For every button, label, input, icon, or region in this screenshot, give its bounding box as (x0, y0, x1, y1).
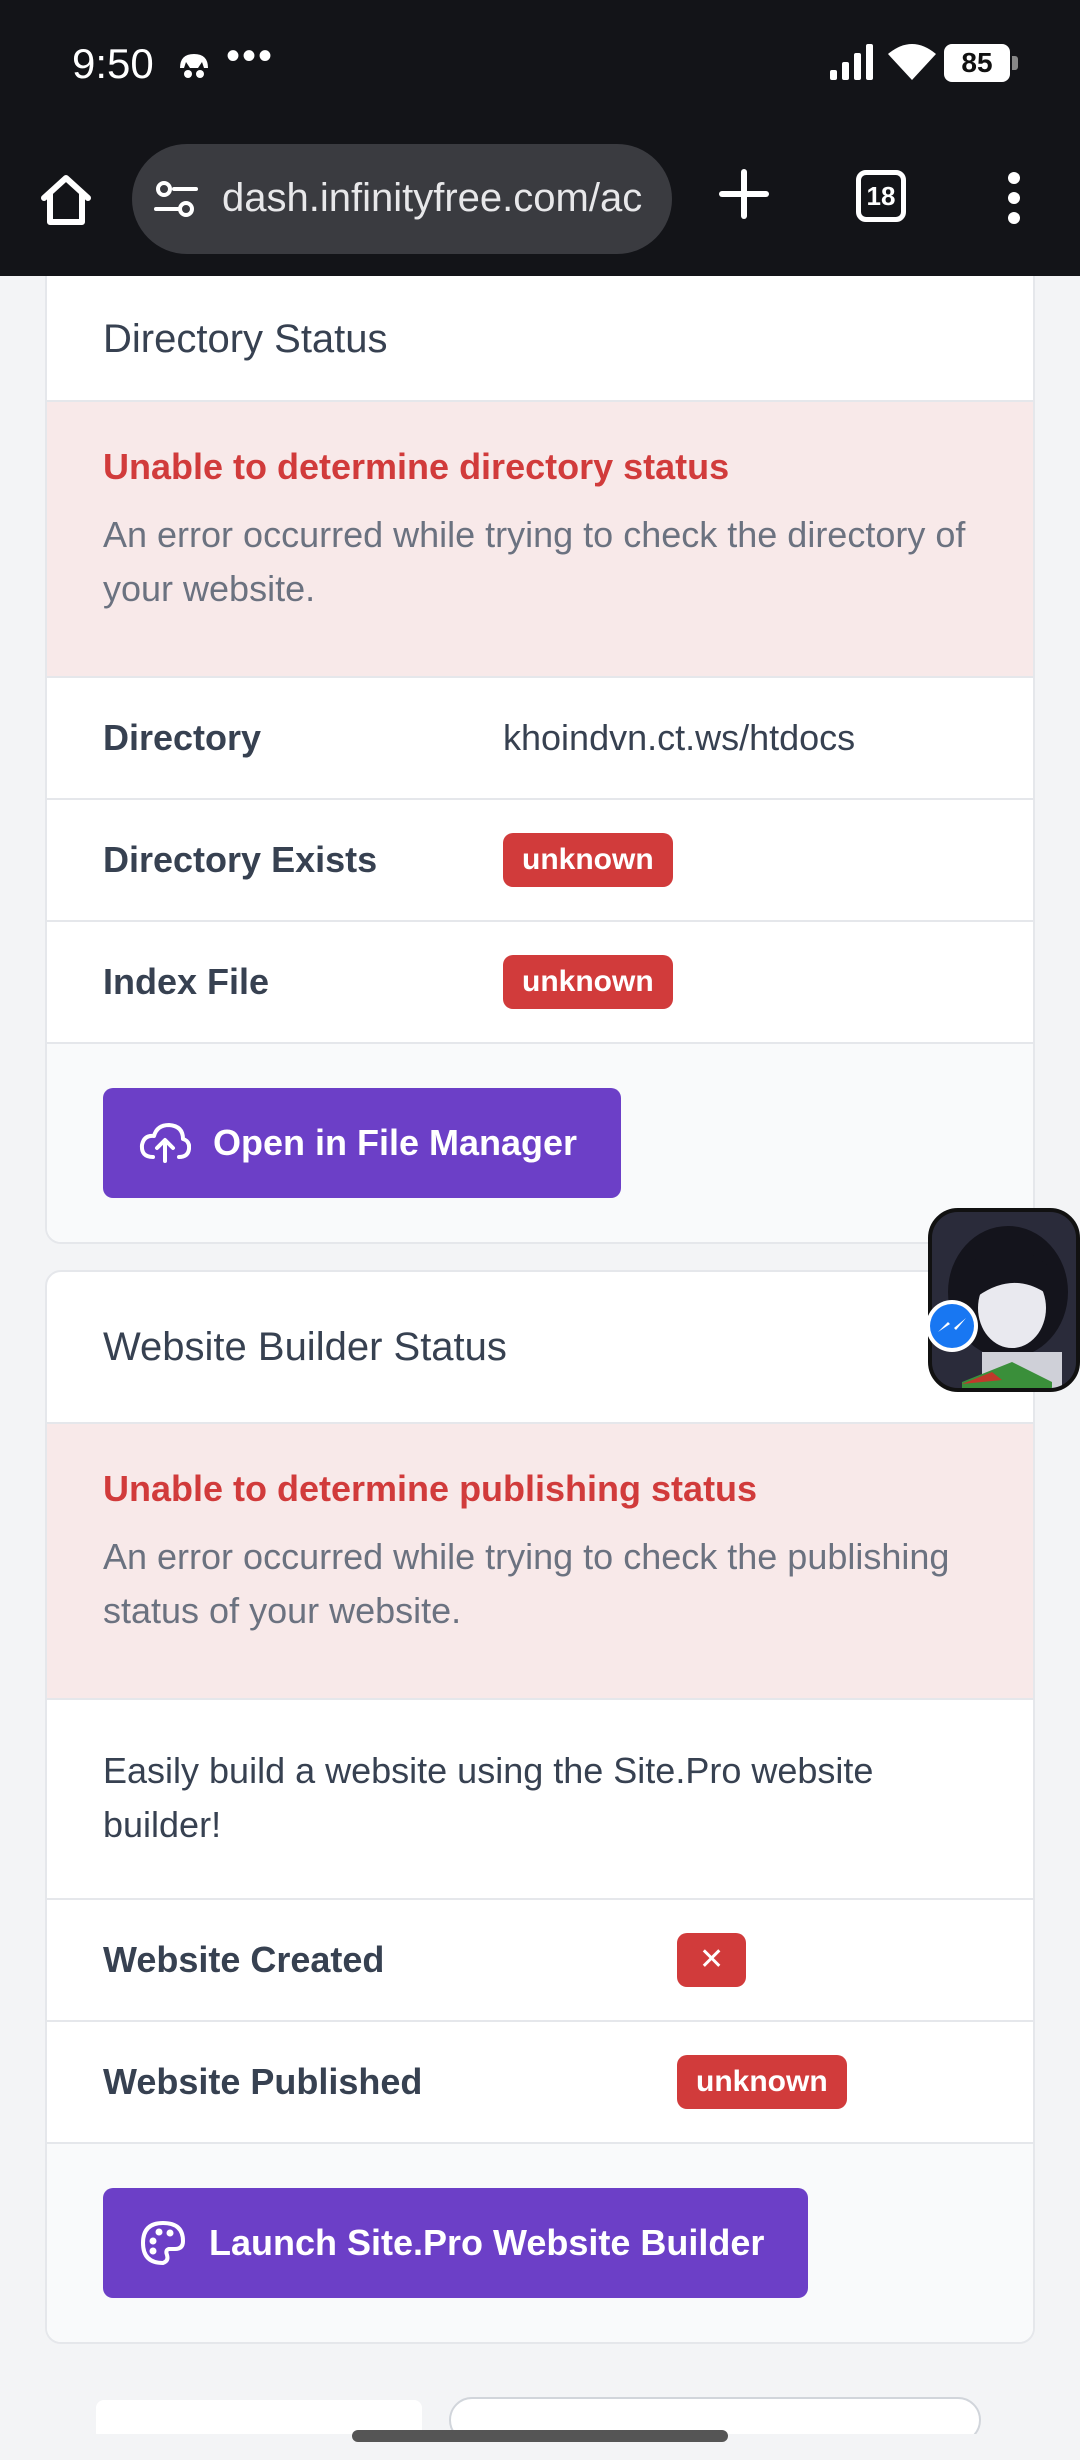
alert-message: An error occurred while trying to check … (103, 514, 966, 609)
signal-icon (830, 44, 873, 80)
menu-icon[interactable] (1000, 170, 1028, 226)
notification-icon (180, 54, 208, 78)
status-badge: unknown (503, 955, 673, 1009)
clock: 9:50 (72, 40, 154, 87)
page-content: Directory Status Unable to determine dir… (0, 276, 1080, 2460)
launch-sitepro-button[interactable]: Launch Site.Pro Website Builder (103, 2188, 809, 2298)
home-icon[interactable] (36, 170, 96, 230)
builder-description: Easily build a website using the Site.Pr… (47, 1700, 1033, 1900)
status-badge: unknown (503, 833, 673, 887)
address-bar[interactable]: dash.infinityfree.com/ac (132, 144, 672, 254)
url-text[interactable]: dash.infinityfree.com/ac (222, 176, 652, 221)
browser-toolbar: dash.infinityfree.com/ac 18 (0, 128, 1080, 276)
home-indicator[interactable] (352, 2430, 728, 2442)
card-footer: Launch Site.Pro Website Builder (47, 2144, 1033, 2342)
wifi-icon (888, 44, 936, 80)
cloud-upload-icon (139, 1123, 191, 1163)
battery-icon: 85 (944, 44, 1018, 82)
error-alert: Unable to determine directory status An … (47, 402, 1033, 678)
open-file-manager-button[interactable]: Open in File Manager (103, 1088, 622, 1198)
palette-icon (141, 2221, 185, 2265)
messenger-icon (926, 1300, 978, 1352)
new-tab-icon[interactable] (716, 166, 772, 222)
website-published-row: Website Published unknown (47, 2022, 1033, 2144)
row-label: Index File (103, 961, 270, 1002)
card-header: Website Builder Status (47, 1272, 1033, 1424)
error-alert: Unable to determine publishing status An… (47, 1424, 1033, 1700)
card-title: Website Builder Status (103, 1324, 507, 1369)
website-builder-status-card: Website Builder Status Unable to determi… (45, 1270, 1035, 2344)
row-label: Website Created (103, 1939, 385, 1980)
website-created-row: Website Created ✕ (47, 1900, 1033, 2022)
button-label: Launch Site.Pro Website Builder (209, 2222, 765, 2263)
next-section-peek (96, 2397, 981, 2434)
status-badge: unknown (677, 2055, 847, 2109)
directory-status-card: Directory Status Unable to determine dir… (45, 276, 1035, 1244)
row-label: Website Published (103, 2061, 423, 2102)
row-label: Directory (103, 717, 262, 758)
tabs-icon[interactable]: 18 (856, 170, 906, 222)
alert-title: Unable to determine publishing status (103, 1468, 758, 1509)
directory-row: Directory khoindvn.ct.ws/htdocs (47, 678, 1033, 800)
more-notifications-icon: ••• (226, 34, 275, 78)
directory-path: khoindvn.ct.ws/htdocs (503, 717, 856, 758)
site-info-icon[interactable] (154, 179, 198, 219)
card-title: Directory Status (103, 316, 388, 361)
alert-title: Unable to determine directory status (103, 446, 730, 487)
card-footer: Open in File Manager (47, 1044, 1033, 1242)
directory-exists-row: Directory Exists unknown (47, 800, 1033, 922)
status-bar: 9:50 ••• 85 (0, 0, 1080, 128)
alert-message: An error occurred while trying to check … (103, 1536, 950, 1631)
button-label: Open in File Manager (213, 1122, 578, 1163)
row-label: Directory Exists (103, 839, 378, 880)
index-file-row: Index File unknown (47, 922, 1033, 1044)
card-header: Directory Status (47, 276, 1033, 402)
close-icon: ✕ (677, 1933, 747, 1987)
